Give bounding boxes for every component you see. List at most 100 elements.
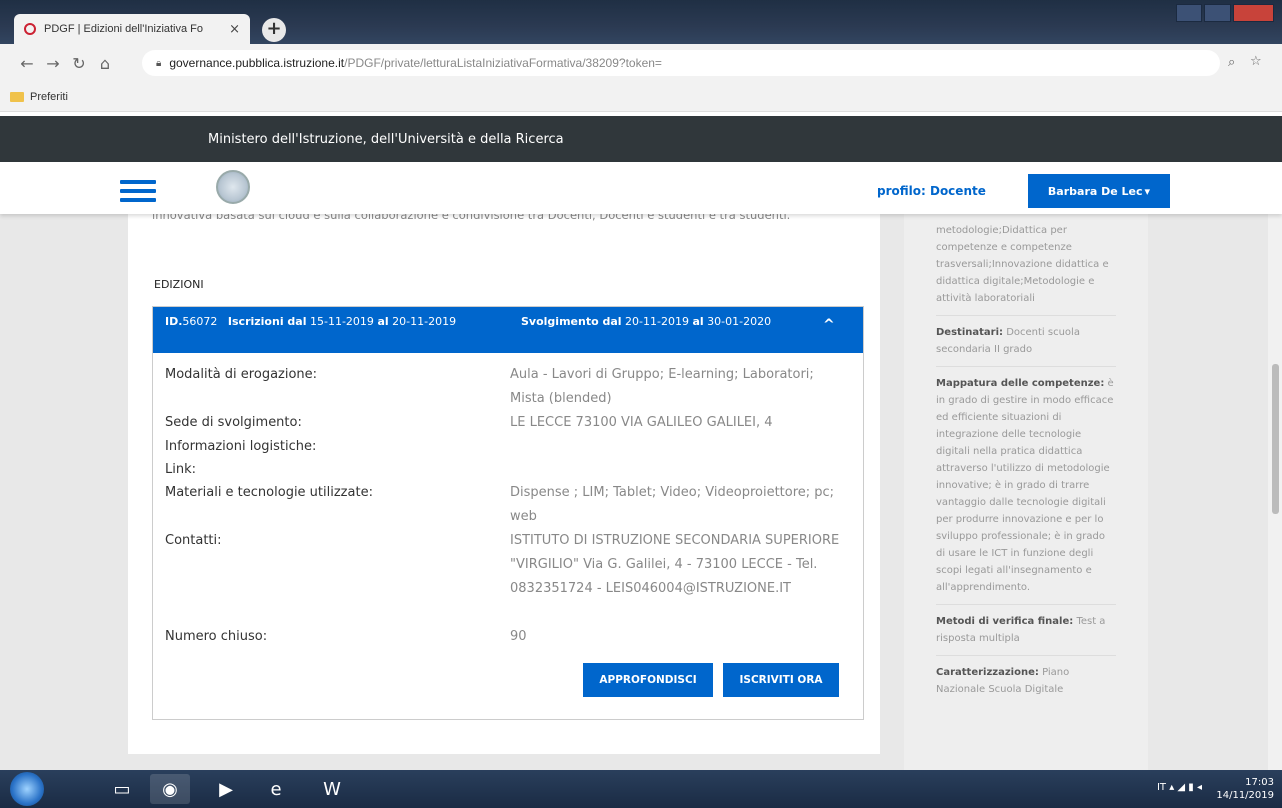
lock-icon: 🔒︎ [156, 57, 162, 69]
folder-icon [10, 91, 24, 102]
edition-actions: APPROFONDISCI ISCRIVITI ORA [573, 663, 839, 697]
url-path: /PDGF/private/letturaListaIniziativaForm… [344, 56, 662, 70]
ministry-title: Ministero dell'Istruzione, dell'Universi… [208, 131, 564, 147]
sidebar-label: Caratterizzazione: [936, 667, 1039, 678]
detail-label: Informazioni logistiche: [165, 439, 317, 454]
address-bar[interactable]: 🔒︎ governance.pubblica.istruzione.it/PDG… [142, 50, 1220, 76]
clock[interactable]: 17:03 14/11/2019 [1216, 776, 1274, 802]
detail-row: Link: [153, 459, 863, 481]
svolgimento-from: 20-11-2019 [625, 315, 689, 328]
iscriviti-ora-button[interactable]: ISCRIVITI ORA [723, 663, 839, 697]
profile-label: profilo: Docente [877, 184, 986, 198]
info-sidebar: metodologie;Didattica per competenze e c… [904, 214, 1148, 770]
iscrizioni-al: al [377, 315, 389, 328]
site-header: profilo: Docente Barbara De Lec ▾ [0, 162, 1282, 214]
detail-row: Materiali e tecnologie utilizzate: Dispe… [153, 481, 863, 529]
sidebar-section: Destinatari: Docenti scuola secondaria I… [936, 316, 1116, 367]
detail-row: Informazioni logistiche: [153, 435, 863, 459]
sidebar-section: Metodi di verifica finale: Test a rispos… [936, 605, 1116, 656]
scrollbar-thumb[interactable] [1272, 364, 1279, 514]
detail-value: Dispense ; LIM; Tablet; Video; Videoproi… [510, 485, 835, 524]
detail-row: Modalità di erogazione: Aula - Lavori di… [153, 363, 863, 411]
detail-value: 90 [510, 629, 527, 644]
media-player-icon[interactable]: ▶ [206, 774, 246, 804]
system-tray: IT ▴ ◢ ▮ ◂ [1157, 782, 1202, 793]
detail-label: Numero chiuso: [165, 629, 268, 644]
sidebar-label: Metodi di verifica finale: [936, 616, 1074, 627]
sidebar-label: Mappatura delle competenze: [936, 378, 1105, 389]
chevron-down-icon: ▾ [1144, 184, 1151, 198]
republic-emblem-logo [216, 170, 250, 204]
tab-title: PDGF | Edizioni dell'Iniziativa Fo [44, 23, 204, 35]
browser-tab[interactable]: PDGF | Edizioni dell'Iniziativa Fo × [14, 14, 250, 44]
language-indicator[interactable]: IT [1157, 782, 1166, 793]
main-card: innovativa basata sul cloud e sulla coll… [128, 214, 880, 754]
detail-value: LE LECCE 73100 VIA GALILEO GALILEI, 4 [510, 415, 773, 430]
reload-icon[interactable]: ↻ [66, 54, 92, 73]
window-controls [1174, 4, 1274, 24]
file-explorer-icon[interactable]: ▭ [102, 774, 142, 804]
hamburger-menu-icon[interactable] [120, 180, 156, 207]
svolgimento-to: 30-01-2020 [707, 315, 772, 328]
internet-explorer-icon[interactable]: e [256, 774, 296, 804]
intro-text: innovativa basata sul cloud e sulla coll… [152, 214, 791, 222]
ministry-bar: Ministero dell'Istruzione, dell'Universi… [0, 116, 1282, 162]
new-tab-button[interactable]: + [262, 18, 286, 42]
forward-arrow-icon[interactable]: → [40, 54, 66, 73]
iscrizioni-to: 20-11-2019 [392, 315, 457, 328]
page-scrollbar[interactable] [1268, 214, 1282, 770]
edizioni-heading: EDIZIONI [154, 278, 204, 291]
back-arrow-icon[interactable]: ← [14, 54, 40, 73]
edition-id: 56072 [182, 315, 218, 328]
minimize-button[interactable] [1176, 4, 1203, 22]
svolgimento-al: al [692, 315, 704, 328]
iscrizioni-label: Iscrizioni dal [227, 315, 307, 328]
detail-label: Sede di svolgimento: [165, 415, 302, 430]
detail-value: Aula - Lavori di Gruppo; E-learning; Lab… [510, 367, 814, 406]
sidebar-text: metodologie;Didattica per competenze e c… [936, 225, 1109, 304]
edition-details: Modalità di erogazione: Aula - Lavori di… [153, 363, 863, 649]
sidebar-section: Caratterizzazione: Piano Nazionale Scuol… [936, 656, 1116, 706]
url-host: governance.pubblica.istruzione.it [169, 56, 345, 70]
start-button[interactable] [10, 772, 44, 806]
sidebar-text: è in grado di gestire in modo efficace e… [936, 378, 1114, 593]
chevron-up-icon[interactable]: ^ [823, 317, 835, 333]
edition-id-label: ID. [165, 315, 183, 328]
iscrizioni-from: 15-11-2019 [310, 315, 374, 328]
word-icon[interactable]: W [312, 774, 352, 804]
detail-value [510, 459, 850, 481]
browser-tabbar: PDGF | Edizioni dell'Iniziativa Fo × + [0, 0, 1282, 44]
detail-label: Materiali e tecnologie utilizzate: [165, 485, 373, 500]
clock-time: 17:03 [1245, 777, 1274, 788]
tab-close-icon[interactable]: × [229, 22, 240, 37]
bookmark-preferiti[interactable]: Preferiti [30, 91, 68, 103]
clock-date: 14/11/2019 [1216, 790, 1274, 801]
user-name: Barbara De Lec [1047, 184, 1143, 198]
maximize-button[interactable] [1204, 4, 1231, 22]
close-window-button[interactable] [1232, 4, 1274, 22]
detail-label: Contatti: [165, 533, 222, 548]
home-icon[interactable]: ⌂ [92, 54, 118, 73]
site-favicon-icon [24, 23, 36, 35]
network-icon[interactable]: ▴ ◢ ▮ ◂ [1169, 782, 1202, 793]
detail-label: Link: [165, 462, 197, 477]
detail-value [510, 435, 850, 459]
user-menu-button[interactable]: Barbara De Lec ▾ [1028, 174, 1170, 208]
bookmark-star-icon[interactable]: ☆ [1250, 54, 1262, 69]
browser-toolbar: ← → ↻ ⌂ 🔒︎ governance.pubblica.istruzion… [0, 44, 1282, 82]
svolgimento-label: Svolgimento dal [521, 315, 622, 328]
detail-row: Sede di svolgimento: LE LECCE 73100 VIA … [153, 411, 863, 435]
detail-label: Modalità di erogazione: [165, 367, 318, 382]
chrome-icon[interactable]: ◉ [150, 774, 190, 804]
edition-header[interactable]: ID.56072 Iscrizioni dal 15-11-2019 al 20… [153, 307, 863, 353]
zoom-icon[interactable]: ⌕ [1228, 55, 1235, 70]
windows-taskbar: ▭ ◉ ▶ e W IT ▴ ◢ ▮ ◂ 17:03 14/11/2019 [0, 770, 1282, 808]
sidebar-section: metodologie;Didattica per competenze e c… [936, 214, 1116, 316]
approfondisci-button[interactable]: APPROFONDISCI [583, 663, 713, 697]
detail-row: Contatti: ISTITUTO DI ISTRUZIONE SECONDA… [153, 529, 863, 625]
detail-value: ISTITUTO DI ISTRUZIONE SECONDARIA SUPERI… [510, 533, 840, 596]
sidebar-label: Destinatari: [936, 327, 1003, 338]
sidebar-section: Mappatura delle competenze: è in grado d… [936, 367, 1116, 605]
detail-row: Numero chiuso: 90 [153, 625, 863, 649]
page-content: innovativa basata sul cloud e sulla coll… [0, 214, 1282, 770]
